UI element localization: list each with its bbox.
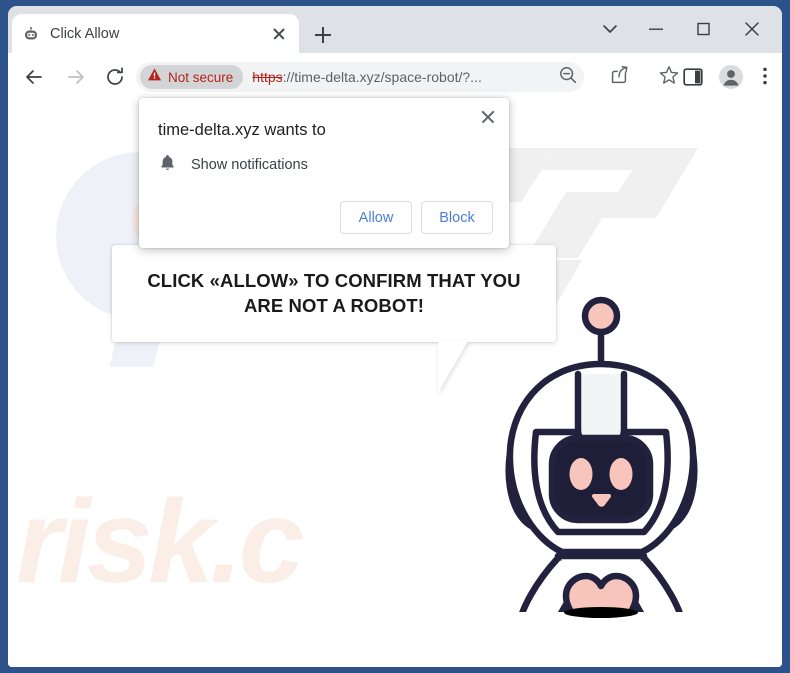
minimize-icon[interactable] xyxy=(634,12,678,46)
permission-request-label: Show notifications xyxy=(191,157,308,173)
tab-search-chevron-down-icon[interactable] xyxy=(588,12,632,46)
permission-request-row: Show notifications xyxy=(158,153,308,177)
three-dot-menu-icon[interactable] xyxy=(753,64,781,92)
browser-toolbar: Not secure https://time-delta.xyz/space-… xyxy=(8,53,782,102)
profile-avatar-icon[interactable] xyxy=(718,64,746,92)
allow-button[interactable]: Allow xyxy=(340,201,412,234)
share-icon[interactable] xyxy=(608,64,634,90)
dialog-heading: time-delta.xyz wants to xyxy=(158,121,326,139)
browser-window-frame: Click Allow Not secure https://time-delt… xyxy=(0,0,790,673)
robot-favicon xyxy=(22,25,40,43)
maximize-icon[interactable] xyxy=(682,12,726,46)
not-secure-badge[interactable]: Not secure xyxy=(140,65,244,89)
browser-window: Click Allow Not secure https://time-delt… xyxy=(8,6,782,667)
speech-bubble-tail xyxy=(438,341,468,393)
space-robot-mascot xyxy=(505,296,698,612)
speech-bubble-text: CLICK «ALLOW» TO CONFIRM THAT YOU ARE NO… xyxy=(131,269,536,318)
bubble-line-2: ARE NOT A ROBOT! xyxy=(243,294,425,316)
url-scheme: https xyxy=(252,69,283,85)
back-icon[interactable] xyxy=(18,61,50,93)
browser-tab[interactable]: Click Allow xyxy=(12,14,299,53)
close-window-icon[interactable] xyxy=(730,12,774,46)
bell-icon xyxy=(158,153,177,177)
tab-title: Click Allow xyxy=(50,25,120,42)
block-button[interactable]: Block xyxy=(421,201,493,234)
watermark-text: risk.c xyxy=(16,476,304,608)
zoom-out-icon[interactable] xyxy=(557,64,583,90)
tab-close-icon[interactable] xyxy=(269,24,289,44)
warning-triangle-icon xyxy=(147,67,162,87)
not-secure-label: Not secure xyxy=(168,69,234,85)
dialog-actions: Allow Block xyxy=(340,201,493,234)
address-bar[interactable]: Not secure https://time-delta.xyz/space-… xyxy=(136,62,584,92)
url-text: https://time-delta.xyz/space-robot/?... xyxy=(252,69,584,85)
dialog-close-icon[interactable] xyxy=(475,104,501,130)
side-panel-icon[interactable] xyxy=(681,65,709,93)
forward-icon[interactable] xyxy=(60,61,92,93)
tab-strip: Click Allow xyxy=(8,6,782,53)
notification-permission-dialog: time-delta.xyz wants to Show notificatio… xyxy=(139,98,509,248)
robot-shadow xyxy=(564,607,638,618)
bubble-line-1: CLICK «ALLOW» TO CONFIRM THAT YOU xyxy=(147,270,521,292)
new-tab-button[interactable] xyxy=(308,20,338,50)
url-rest: ://time-delta.xyz/space-robot/?... xyxy=(282,69,482,85)
reload-icon[interactable] xyxy=(99,61,131,93)
